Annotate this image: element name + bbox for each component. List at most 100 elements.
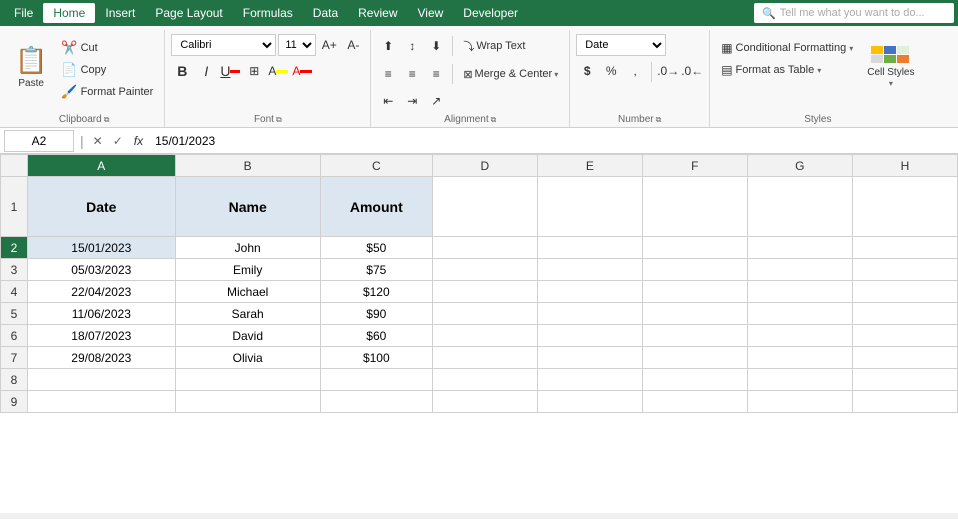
- col-header-H[interactable]: H: [852, 155, 957, 177]
- cell-F1[interactable]: [642, 177, 747, 237]
- cell-H5[interactable]: [852, 303, 957, 325]
- cell-G6[interactable]: [747, 325, 852, 347]
- wrap-text-button[interactable]: ⤵ Wrap Text: [458, 36, 530, 56]
- cell-D8[interactable]: [432, 369, 537, 391]
- cell-B8[interactable]: [175, 369, 320, 391]
- cell-D9[interactable]: [432, 391, 537, 413]
- accounting-format-button[interactable]: $: [576, 60, 598, 82]
- cell-B3[interactable]: Emily: [175, 259, 320, 281]
- increase-indent-button[interactable]: ⇥: [401, 90, 423, 112]
- row-header-5[interactable]: 5: [1, 303, 28, 325]
- cell-H2[interactable]: [852, 237, 957, 259]
- align-left-button[interactable]: ≡: [377, 63, 399, 85]
- cell-C3[interactable]: $75: [320, 259, 432, 281]
- col-header-G[interactable]: G: [747, 155, 852, 177]
- cell-D2[interactable]: [432, 237, 537, 259]
- underline-button[interactable]: U: [219, 60, 241, 82]
- menu-developer[interactable]: Developer: [453, 3, 528, 23]
- cell-H4[interactable]: [852, 281, 957, 303]
- align-right-button[interactable]: ≡: [425, 63, 447, 85]
- alignment-expand-icon[interactable]: ⧉: [491, 115, 497, 125]
- cell-E5[interactable]: [537, 303, 642, 325]
- row-header-8[interactable]: 8: [1, 369, 28, 391]
- cell-A1[interactable]: Date: [27, 177, 175, 237]
- row-header-4[interactable]: 4: [1, 281, 28, 303]
- cell-E8[interactable]: [537, 369, 642, 391]
- cell-D4[interactable]: [432, 281, 537, 303]
- cell-A7[interactable]: 29/08/2023: [27, 347, 175, 369]
- col-header-C[interactable]: C: [320, 155, 432, 177]
- cell-A5[interactable]: 11/06/2023: [27, 303, 175, 325]
- col-header-E[interactable]: E: [537, 155, 642, 177]
- cell-G4[interactable]: [747, 281, 852, 303]
- col-header-A[interactable]: A: [27, 155, 175, 177]
- align-middle-button[interactable]: ↕: [401, 35, 423, 57]
- conditional-formatting-button[interactable]: ▦ Conditional Formatting ▾: [716, 38, 858, 58]
- cell-B5[interactable]: Sarah: [175, 303, 320, 325]
- format-painter-button[interactable]: 🖌️ Format Painter: [56, 82, 158, 102]
- cell-G7[interactable]: [747, 347, 852, 369]
- bold-button[interactable]: B: [171, 60, 193, 82]
- cell-E1[interactable]: [537, 177, 642, 237]
- menu-formulas[interactable]: Formulas: [233, 3, 303, 23]
- cell-A6[interactable]: 18/07/2023: [27, 325, 175, 347]
- number-expand-icon[interactable]: ⧉: [656, 115, 662, 125]
- menu-view[interactable]: View: [408, 3, 454, 23]
- col-header-D[interactable]: D: [432, 155, 537, 177]
- cf-dropdown-icon[interactable]: ▾: [849, 44, 853, 53]
- cell-D7[interactable]: [432, 347, 537, 369]
- clipboard-expand-icon[interactable]: ⧉: [104, 115, 110, 125]
- font-size-select[interactable]: 11: [278, 34, 316, 56]
- row-header-7[interactable]: 7: [1, 347, 28, 369]
- cell-C5[interactable]: $90: [320, 303, 432, 325]
- fat-dropdown-icon[interactable]: ▾: [817, 66, 821, 75]
- cell-C2[interactable]: $50: [320, 237, 432, 259]
- cell-G9[interactable]: [747, 391, 852, 413]
- cut-button[interactable]: ✂️ Cut: [56, 38, 158, 58]
- cell-E7[interactable]: [537, 347, 642, 369]
- font-expand-icon[interactable]: ⧉: [276, 115, 282, 125]
- align-top-button[interactable]: ⬆: [377, 35, 399, 57]
- cell-C1[interactable]: Amount: [320, 177, 432, 237]
- cell-D5[interactable]: [432, 303, 537, 325]
- increase-decimal-button[interactable]: .0→: [657, 60, 679, 82]
- cell-A3[interactable]: 05/03/2023: [27, 259, 175, 281]
- increase-font-size-button[interactable]: A+: [318, 34, 340, 56]
- menu-page-layout[interactable]: Page Layout: [145, 3, 232, 23]
- cell-B6[interactable]: David: [175, 325, 320, 347]
- cell-G1[interactable]: [747, 177, 852, 237]
- cell-D6[interactable]: [432, 325, 537, 347]
- formula-input[interactable]: [151, 130, 954, 152]
- cell-C8[interactable]: [320, 369, 432, 391]
- percent-button[interactable]: %: [600, 60, 622, 82]
- merge-center-dropdown-icon[interactable]: ▾: [554, 70, 558, 79]
- row-header-3[interactable]: 3: [1, 259, 28, 281]
- cell-C6[interactable]: $60: [320, 325, 432, 347]
- cell-C9[interactable]: [320, 391, 432, 413]
- cell-G8[interactable]: [747, 369, 852, 391]
- menu-insert[interactable]: Insert: [95, 3, 145, 23]
- decrease-font-size-button[interactable]: A-: [342, 34, 364, 56]
- cell-F4[interactable]: [642, 281, 747, 303]
- cell-E6[interactable]: [537, 325, 642, 347]
- cell-E4[interactable]: [537, 281, 642, 303]
- cell-B4[interactable]: Michael: [175, 281, 320, 303]
- cell-reference-input[interactable]: [4, 130, 74, 152]
- italic-button[interactable]: I: [195, 60, 217, 82]
- confirm-icon[interactable]: ✓: [110, 132, 126, 150]
- cell-G5[interactable]: [747, 303, 852, 325]
- cell-C7[interactable]: $100: [320, 347, 432, 369]
- cell-E2[interactable]: [537, 237, 642, 259]
- cell-F5[interactable]: [642, 303, 747, 325]
- row-header-6[interactable]: 6: [1, 325, 28, 347]
- comma-button[interactable]: ,: [624, 60, 646, 82]
- decrease-indent-button[interactable]: ⇤: [377, 90, 399, 112]
- cell-H8[interactable]: [852, 369, 957, 391]
- align-center-button[interactable]: ≡: [401, 63, 423, 85]
- col-header-B[interactable]: B: [175, 155, 320, 177]
- paste-button[interactable]: 📋 Paste: [10, 34, 52, 100]
- format-as-table-button[interactable]: ▤ Format as Table ▾: [716, 60, 858, 80]
- cell-H7[interactable]: [852, 347, 957, 369]
- row-header-2[interactable]: 2: [1, 237, 28, 259]
- cell-F8[interactable]: [642, 369, 747, 391]
